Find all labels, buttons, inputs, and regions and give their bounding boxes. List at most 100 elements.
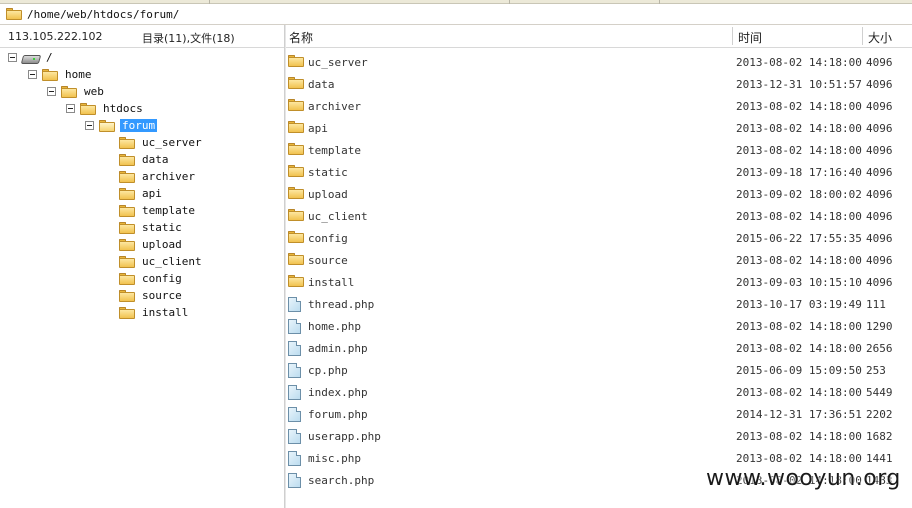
- file-size: 4096: [866, 232, 893, 245]
- collapse-toggle-icon[interactable]: [28, 70, 37, 79]
- file-row[interactable]: static 2013-09-18 17:16:40 4096: [286, 162, 912, 184]
- tree-item[interactable]: api: [119, 185, 164, 202]
- file-size: 4096: [866, 210, 893, 223]
- collapse-toggle-icon[interactable]: [47, 87, 56, 96]
- file-name: index.php: [308, 386, 368, 399]
- column-separator[interactable]: [862, 27, 863, 45]
- file-name: cp.php: [308, 364, 348, 377]
- address-path[interactable]: /home/web/htdocs/forum/: [27, 8, 179, 21]
- file-time: 2015-06-22 17:55:35: [736, 232, 862, 245]
- tree-item[interactable]: home: [28, 66, 94, 83]
- file-icon: [288, 451, 301, 466]
- file-size: 1290: [866, 320, 893, 333]
- file-row[interactable]: config 2015-06-22 17:55:35 4096: [286, 228, 912, 250]
- tree-item[interactable]: uc_server: [119, 134, 204, 151]
- file-size: 4096: [866, 276, 893, 289]
- column-separator[interactable]: [732, 27, 733, 45]
- tree-item[interactable]: htdocs: [66, 100, 145, 117]
- tree-item[interactable]: archiver: [119, 168, 197, 185]
- file-row[interactable]: api 2013-08-02 14:18:00 4096: [286, 118, 912, 140]
- folder-icon: [288, 231, 304, 243]
- file-time: 2013-09-03 10:15:10: [736, 276, 862, 289]
- file-time: 2013-08-02 14:18:00: [736, 320, 862, 333]
- file-size: 1441: [866, 452, 893, 465]
- tree-item-label: upload: [142, 238, 182, 251]
- folder-icon: [288, 77, 304, 89]
- file-name: archiver: [308, 100, 361, 113]
- tree-item-label: static: [142, 221, 182, 234]
- folder-icon: [42, 68, 58, 81]
- tree-item[interactable]: forum: [85, 117, 158, 134]
- file-row[interactable]: forum.php 2014-12-31 17:36:51 2202: [286, 404, 912, 426]
- tree-item-label: htdocs: [103, 102, 143, 115]
- file-name: data: [308, 78, 335, 91]
- folder-open-icon: [99, 119, 115, 132]
- file-size: 1682: [866, 430, 893, 443]
- column-header-size[interactable]: 大小: [868, 29, 892, 46]
- file-time: 2013-08-02 14:18:00: [736, 386, 862, 399]
- tree-item[interactable]: install: [119, 304, 190, 321]
- file-size: 5449: [866, 386, 893, 399]
- collapse-toggle-icon[interactable]: [85, 121, 94, 130]
- file-list-header: 名称 时间 大小: [286, 25, 912, 48]
- folder-icon: [61, 85, 77, 98]
- collapse-toggle-icon[interactable]: [66, 104, 75, 113]
- file-row[interactable]: admin.php 2013-08-02 14:18:00 2656: [286, 338, 912, 360]
- file-row[interactable]: userapp.php 2013-08-02 14:18:00 1682: [286, 426, 912, 448]
- folder-icon: [288, 165, 304, 177]
- file-size: 253: [866, 364, 886, 377]
- file-name: admin.php: [308, 342, 368, 355]
- tree-item[interactable]: config: [119, 270, 184, 287]
- item-counts: 目录(11),文件(18): [142, 32, 235, 45]
- tree-item[interactable]: data: [119, 151, 171, 168]
- file-row[interactable]: archiver 2013-08-02 14:18:00 4096: [286, 96, 912, 118]
- collapse-toggle-icon[interactable]: [8, 53, 17, 62]
- file-row[interactable]: uc_server 2013-08-02 14:18:00 4096: [286, 52, 912, 74]
- folder-icon: [288, 209, 304, 221]
- server-ip: 113.105.222.102: [8, 30, 103, 43]
- file-time: 2015-06-09 15:09:50: [736, 364, 862, 377]
- file-size: 4096: [866, 100, 893, 113]
- file-time: 2013-08-02 14:18:00: [736, 100, 862, 113]
- tree-item[interactable]: /: [8, 49, 55, 66]
- tree-item[interactable]: source: [119, 287, 184, 304]
- tree-item[interactable]: static: [119, 219, 184, 236]
- file-row[interactable]: upload 2013-09-02 18:00:02 4096: [286, 184, 912, 206]
- folder-icon: [119, 136, 135, 149]
- tree-item[interactable]: template: [119, 202, 197, 219]
- tree-item[interactable]: web: [47, 83, 106, 100]
- tree-item-label: install: [142, 306, 189, 319]
- file-name: install: [308, 276, 355, 289]
- folder-icon: [119, 238, 135, 251]
- file-size: 2656: [866, 342, 893, 355]
- file-icon: [288, 429, 301, 444]
- tree-item-label: web: [84, 85, 104, 98]
- file-row[interactable]: home.php 2013-08-02 14:18:00 1290: [286, 316, 912, 338]
- file-row[interactable]: template 2013-08-02 14:18:00 4096: [286, 140, 912, 162]
- file-row[interactable]: thread.php 2013-10-17 03:19:49 111: [286, 294, 912, 316]
- file-time: 2013-08-02 14:18:00: [736, 210, 862, 223]
- file-row[interactable]: cp.php 2015-06-09 15:09:50 253: [286, 360, 912, 382]
- folder-icon: [119, 306, 135, 319]
- file-time: 2013-08-02 14:18:00: [736, 144, 862, 157]
- folder-icon: [119, 272, 135, 285]
- file-icon: [288, 319, 301, 334]
- file-row[interactable]: source 2013-08-02 14:18:00 4096: [286, 250, 912, 272]
- address-bar[interactable]: /home/web/htdocs/forum/: [0, 4, 912, 25]
- tree-item[interactable]: uc_client: [119, 253, 204, 270]
- file-row[interactable]: data 2013-12-31 10:51:57 4096: [286, 74, 912, 96]
- column-header-time[interactable]: 时间: [738, 29, 762, 46]
- file-time: 2013-12-31 10:51:57: [736, 78, 862, 91]
- file-time: 2013-09-02 18:00:02: [736, 188, 862, 201]
- tree-item-label: api: [142, 187, 162, 200]
- folder-icon: [119, 187, 135, 200]
- tree-item-label: home: [65, 68, 92, 81]
- folder-icon: [288, 99, 304, 111]
- tree-item[interactable]: upload: [119, 236, 184, 253]
- file-row[interactable]: index.php 2013-08-02 14:18:00 5449: [286, 382, 912, 404]
- directory-tree: / home web htdocs forum uc_server data archiver…: [0, 48, 284, 508]
- column-header-name[interactable]: 名称: [289, 29, 313, 46]
- file-name: misc.php: [308, 452, 361, 465]
- file-row[interactable]: uc_client 2013-08-02 14:18:00 4096: [286, 206, 912, 228]
- file-row[interactable]: install 2013-09-03 10:15:10 4096: [286, 272, 912, 294]
